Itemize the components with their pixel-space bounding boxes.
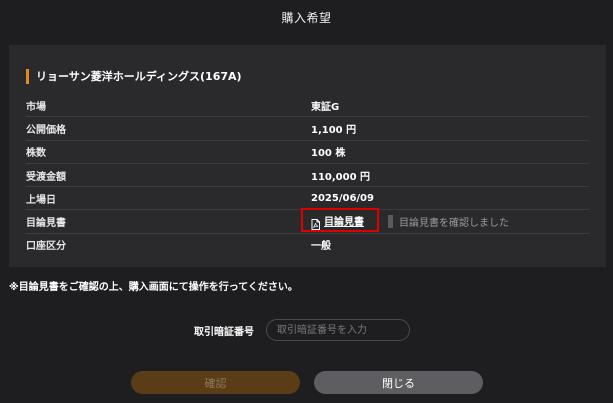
info-row-prospectus: 目論見書 目論見書 目論見書を確認しました bbox=[26, 208, 589, 234]
pdf-icon bbox=[311, 215, 320, 230]
row-label: 上場日 bbox=[26, 194, 56, 206]
row-label: 株数 bbox=[26, 148, 46, 160]
notice-text: ※目論見書をご確認の上、購入画面にて操作を行ってください。 bbox=[9, 282, 298, 293]
info-row-shares: 株数 100 株 bbox=[26, 141, 589, 164]
dialog-title: 購入希望 bbox=[281, 11, 332, 25]
stock-info-table: 市場 東証G 公開価格 1,100 円 株数 100 株 受渡金額 110,00… bbox=[26, 94, 589, 256]
pin-label: 取引暗証番号 bbox=[194, 327, 254, 338]
row-value: 2025/06/09 bbox=[311, 192, 374, 204]
accent-bar bbox=[26, 68, 29, 84]
prospectus-link-label: 目論見書 bbox=[324, 216, 364, 228]
info-row-account-type: 口座区分 一般 bbox=[26, 234, 589, 256]
row-value: 110,000 円 bbox=[311, 171, 371, 183]
row-value: 東証G bbox=[311, 101, 340, 113]
pin-row: 取引暗証番号 bbox=[0, 319, 613, 341]
pin-input[interactable] bbox=[266, 319, 410, 341]
row-label: 受渡金額 bbox=[26, 171, 66, 183]
info-row-settlement-amount: 受渡金額 110,000 円 bbox=[26, 164, 589, 188]
purchase-request-dialog: 購入希望 リョーサン菱洋ホールディングス(167A) 市場 東証G 公開価格 1… bbox=[0, 0, 613, 403]
info-row-listing-date: 上場日 2025/06/09 bbox=[26, 187, 589, 211]
prospectus-confirm-checkbox[interactable]: 目論見書を確認しました bbox=[388, 214, 509, 229]
prospectus-confirm-label: 目論見書を確認しました bbox=[399, 218, 509, 230]
row-value: 一般 bbox=[311, 241, 331, 253]
stock-name: リョーサン菱洋ホールディングス(167A) bbox=[36, 70, 242, 83]
close-button[interactable]: 閉じる bbox=[314, 371, 483, 394]
confirm-button[interactable]: 確認 bbox=[131, 371, 300, 394]
row-value: 100 株 bbox=[311, 148, 346, 160]
row-label: 目論見書 bbox=[26, 218, 66, 230]
stock-info-panel: リョーサン菱洋ホールディングス(167A) 市場 東証G 公開価格 1,100 … bbox=[9, 45, 606, 267]
info-row-market: 市場 東証G bbox=[26, 94, 589, 118]
checkbox-box[interactable] bbox=[388, 215, 393, 229]
prospectus-link[interactable]: 目論見書 bbox=[301, 208, 379, 233]
row-label: 市場 bbox=[26, 101, 46, 113]
row-value: 1,100 円 bbox=[311, 124, 357, 136]
row-label: 公開価格 bbox=[26, 124, 66, 136]
stock-heading: リョーサン菱洋ホールディングス(167A) bbox=[26, 68, 242, 84]
row-label: 口座区分 bbox=[26, 241, 66, 253]
info-row-offer-price: 公開価格 1,100 円 bbox=[26, 117, 589, 141]
